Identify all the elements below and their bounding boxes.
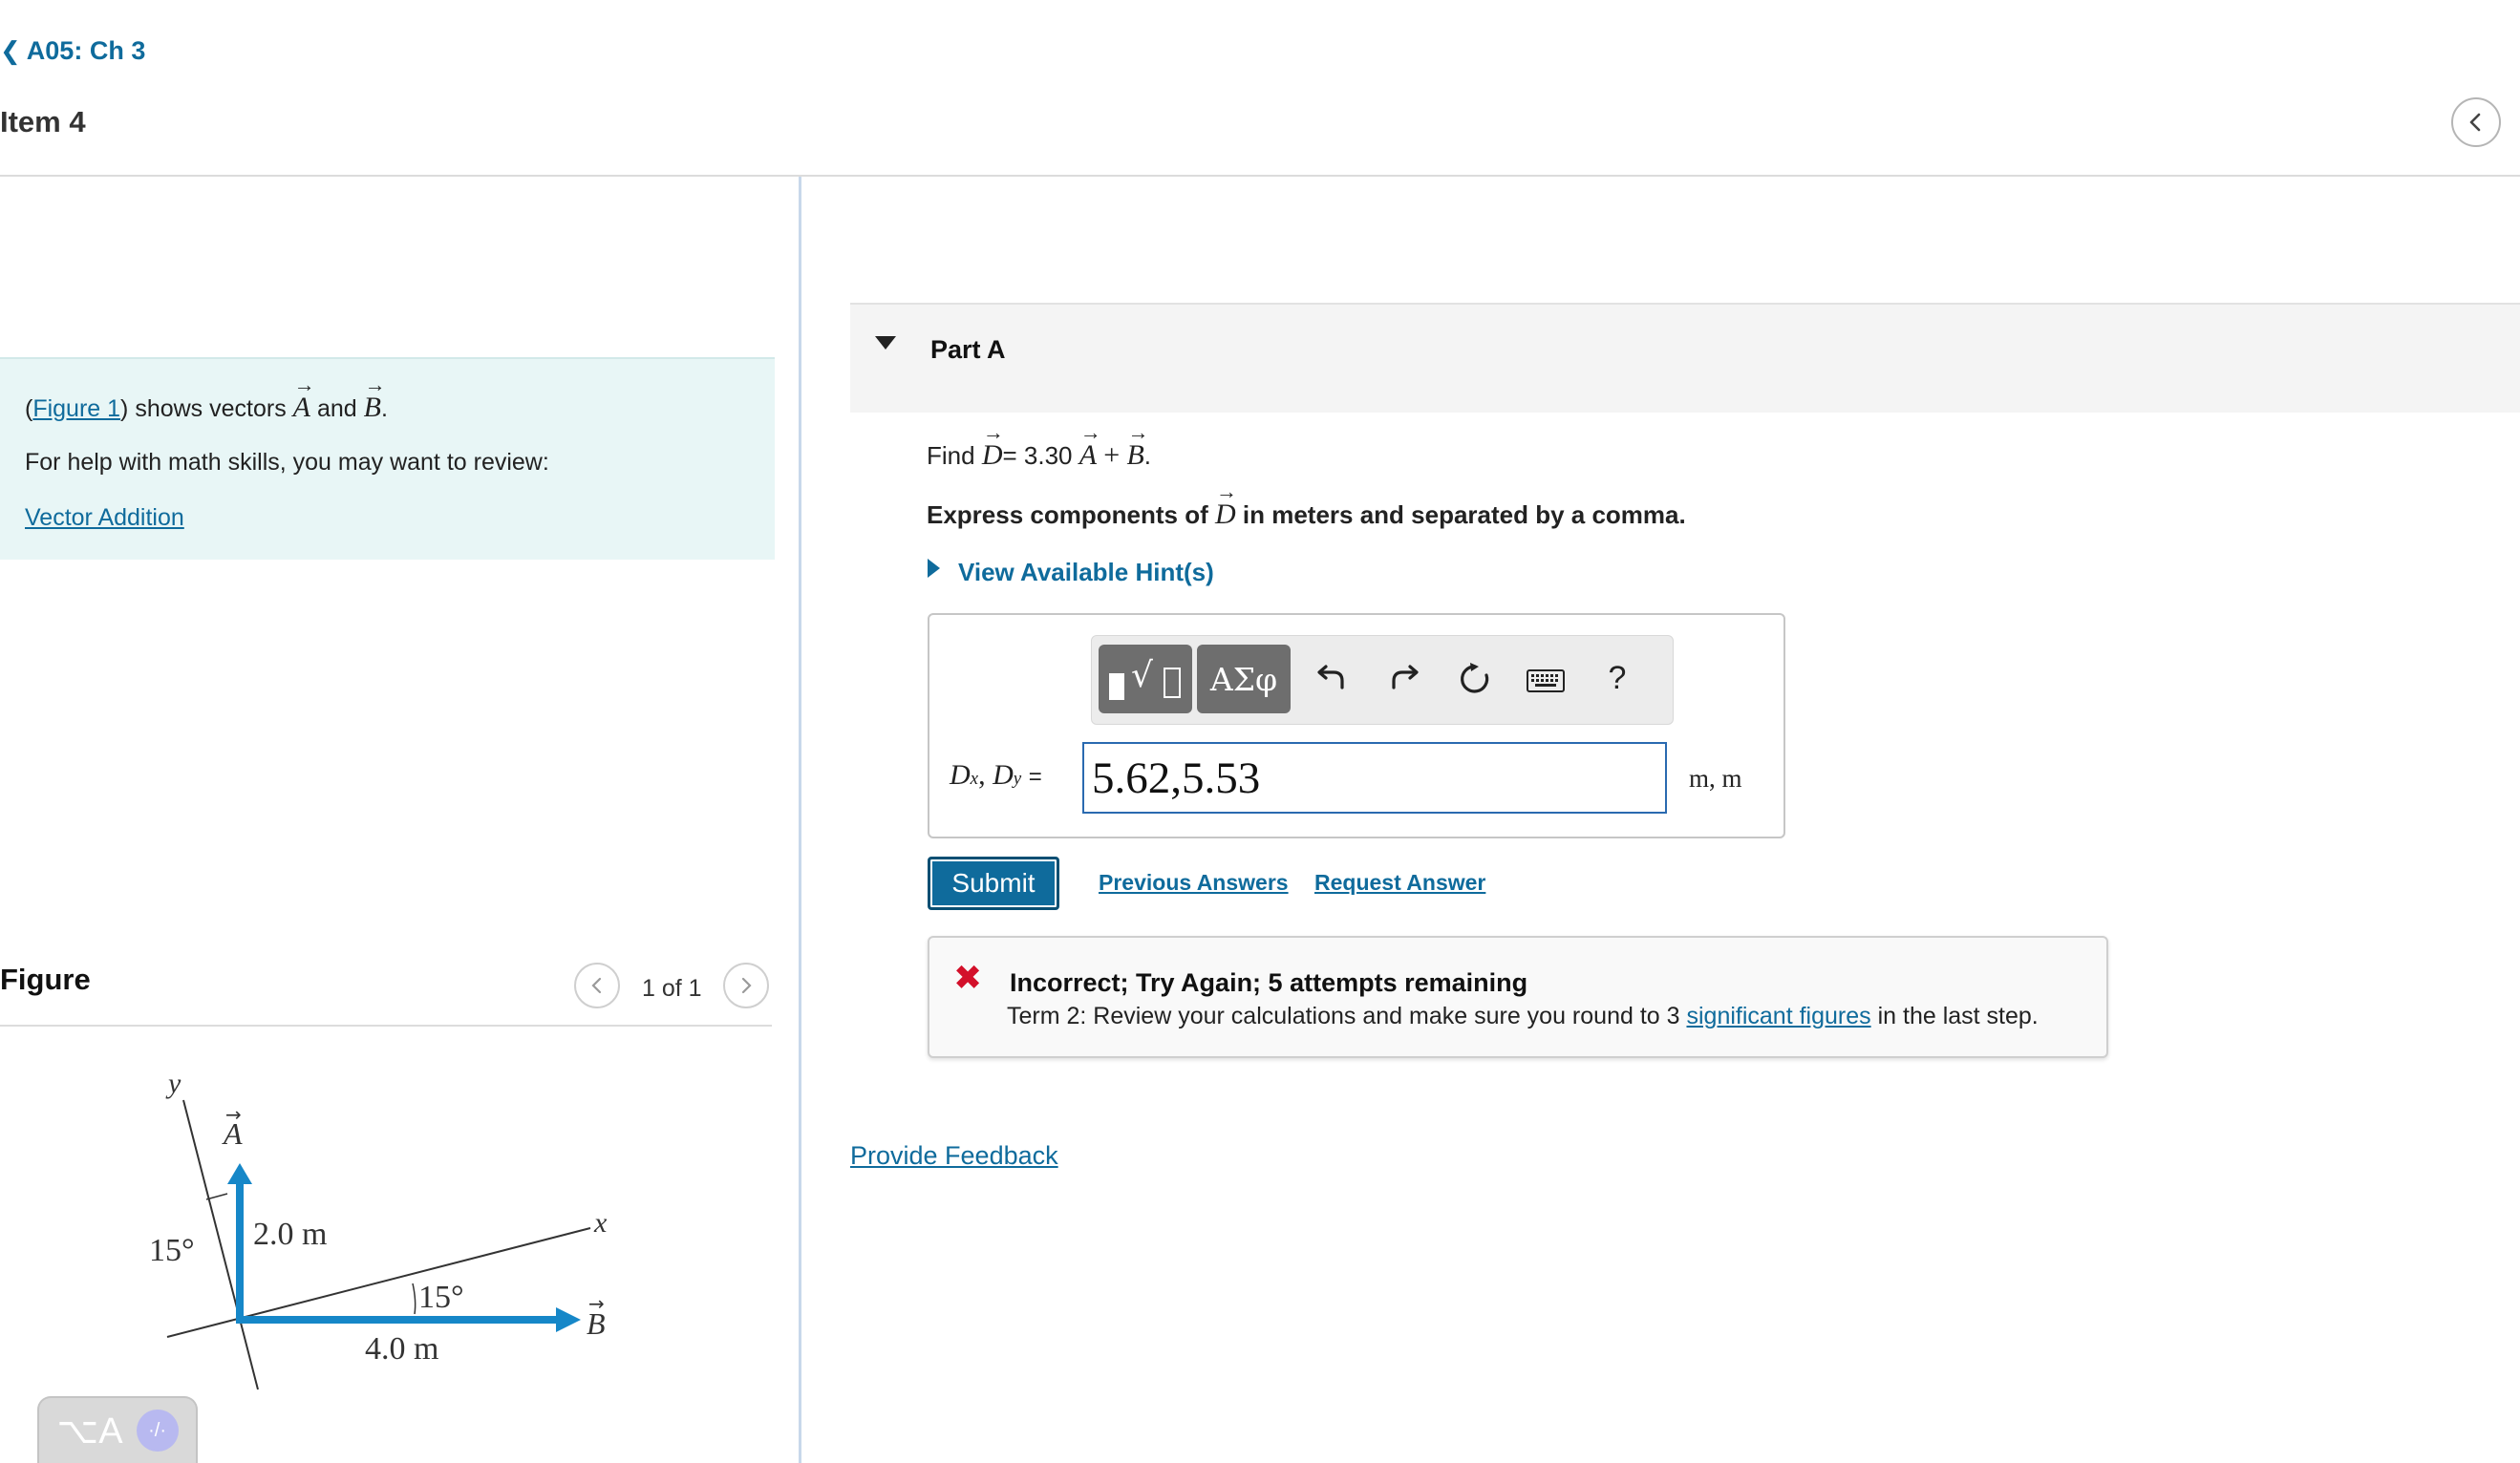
request-answer-link[interactable]: Request Answer — [1314, 870, 1485, 896]
view-hints-link[interactable]: View Available Hint(s) — [958, 558, 1214, 587]
back-link-label: A05: Ch 3 — [26, 36, 146, 65]
figure-counter: 1 of 1 — [642, 975, 702, 1002]
header-divider — [0, 175, 2520, 177]
figure-next-button[interactable] — [723, 963, 769, 1008]
feedback-title: Incorrect; Try Again; 5 attempts remaini… — [1010, 968, 1528, 997]
angle-right-label: 15° — [418, 1280, 464, 1315]
option-key-label: ⌥A — [56, 1410, 123, 1452]
greek-symbols-button[interactable]: ΑΣφ — [1197, 645, 1291, 713]
keyboard-shortcut-badge[interactable]: ⌥A ·/· — [37, 1396, 198, 1463]
caret-right-icon[interactable] — [928, 559, 940, 578]
intro-text: (Figure 1) shows vectors A and B. — [25, 372, 388, 424]
vector-b-length-label: 4.0 m — [365, 1331, 438, 1367]
units-label: m, m — [1689, 764, 1742, 793]
label-equals: = — [1028, 764, 1042, 790]
reset-icon[interactable] — [1454, 658, 1496, 700]
label-subscript-x: x — [970, 769, 979, 789]
y-axis-label: y — [165, 1068, 182, 1099]
intro-and-text: and — [316, 395, 357, 422]
label-subscript-y: y — [1013, 769, 1022, 789]
express-prefix: Express components of — [927, 500, 1208, 529]
previous-answers-link[interactable]: Previous Answers — [1099, 870, 1289, 896]
vector-a-label-arrow: → — [225, 1103, 242, 1126]
feedback-message-prefix: Term 2: Review your calculations and mak… — [1007, 1003, 1680, 1029]
vector-b-symbol: B — [1126, 420, 1148, 472]
y-axis-line — [182, 1099, 259, 1390]
vector-figure: y x A → B → 2.0 m 4.0 m 15° 15° — [149, 1068, 608, 1390]
assistant-icon: ·/· — [136, 1410, 179, 1452]
part-title: Part A — [930, 335, 1006, 364]
vector-d-symbol: D — [1215, 479, 1237, 531]
answer-instructions: Express components of D in meters and se… — [927, 479, 1686, 531]
help-icon[interactable]: ? — [1601, 657, 1634, 699]
caret-down-icon[interactable] — [875, 336, 896, 350]
angle-arc-right — [412, 1283, 416, 1315]
figure-link[interactable]: Figure 1 — [32, 395, 120, 422]
template-square-icon — [1109, 673, 1124, 700]
feedback-message: Term 2: Review your calculations and mak… — [1007, 1003, 2039, 1030]
submit-button[interactable]: Submit — [928, 857, 1059, 910]
intro-shows-text: ) shows vectors — [120, 395, 287, 422]
express-suffix: in meters and separated by a comma. — [1242, 500, 1686, 529]
plus-sign: + — [1103, 439, 1121, 471]
template-box-icon — [1164, 668, 1181, 698]
chevron-left-icon — [591, 977, 602, 994]
chevron-right-icon — [741, 977, 752, 994]
help-text: For help with math skills, you may want … — [25, 449, 549, 476]
angle-arc-left — [205, 1193, 228, 1200]
figure-divider — [0, 1025, 772, 1027]
vector-d-symbol: D — [982, 420, 1004, 472]
keyboard-icon[interactable] — [1525, 668, 1567, 695]
vector-a-symbol: A — [293, 372, 315, 424]
chevron-left-icon — [2469, 113, 2481, 132]
significant-figures-link[interactable]: significant figures — [1686, 1003, 1870, 1029]
back-to-assignment-link[interactable]: ❮ A05: Ch 3 — [0, 36, 145, 66]
provide-feedback-link[interactable]: Provide Feedback — [850, 1141, 1058, 1171]
find-prefix: Find — [927, 441, 975, 470]
pane-splitter[interactable] — [799, 177, 801, 1463]
templates-button[interactable]: √ — [1099, 645, 1192, 713]
chevron-left-icon: ❮ — [0, 36, 21, 65]
vector-b-label-arrow: → — [588, 1292, 605, 1315]
redo-icon[interactable] — [1383, 655, 1425, 697]
answer-label: Dx, Dy = — [950, 759, 1042, 791]
vector-addition-link[interactable]: Vector Addition — [25, 504, 184, 532]
equation-coefficient: = 3.30 — [1002, 441, 1073, 470]
item-title: Item 4 — [0, 105, 86, 138]
angle-left-label: 15° — [149, 1233, 195, 1268]
x-axis-label: x — [593, 1207, 608, 1239]
radical-icon: √ — [1131, 656, 1153, 695]
figure-title: Figure — [0, 963, 91, 996]
part-a-header[interactable] — [850, 303, 2520, 413]
label-d: D — [950, 759, 971, 791]
vector-b-arrowhead — [556, 1307, 581, 1332]
error-x-icon: ✖ — [953, 958, 983, 997]
collapse-panel-button[interactable] — [2451, 97, 2501, 147]
vector-a-length-label: 2.0 m — [253, 1217, 327, 1252]
vector-a-symbol: A — [1079, 420, 1101, 472]
question-text: Find D= 3.30 A + B. — [927, 420, 1151, 472]
undo-icon[interactable] — [1311, 655, 1353, 697]
vector-b-symbol: B — [364, 372, 386, 424]
figure-prev-button[interactable] — [574, 963, 620, 1008]
feedback-message-suffix: in the last step. — [1877, 1003, 2039, 1029]
answer-input[interactable]: 5.62,5.53 — [1082, 742, 1667, 814]
label-d: D — [993, 759, 1014, 791]
vector-a-arrowhead — [227, 1163, 252, 1184]
